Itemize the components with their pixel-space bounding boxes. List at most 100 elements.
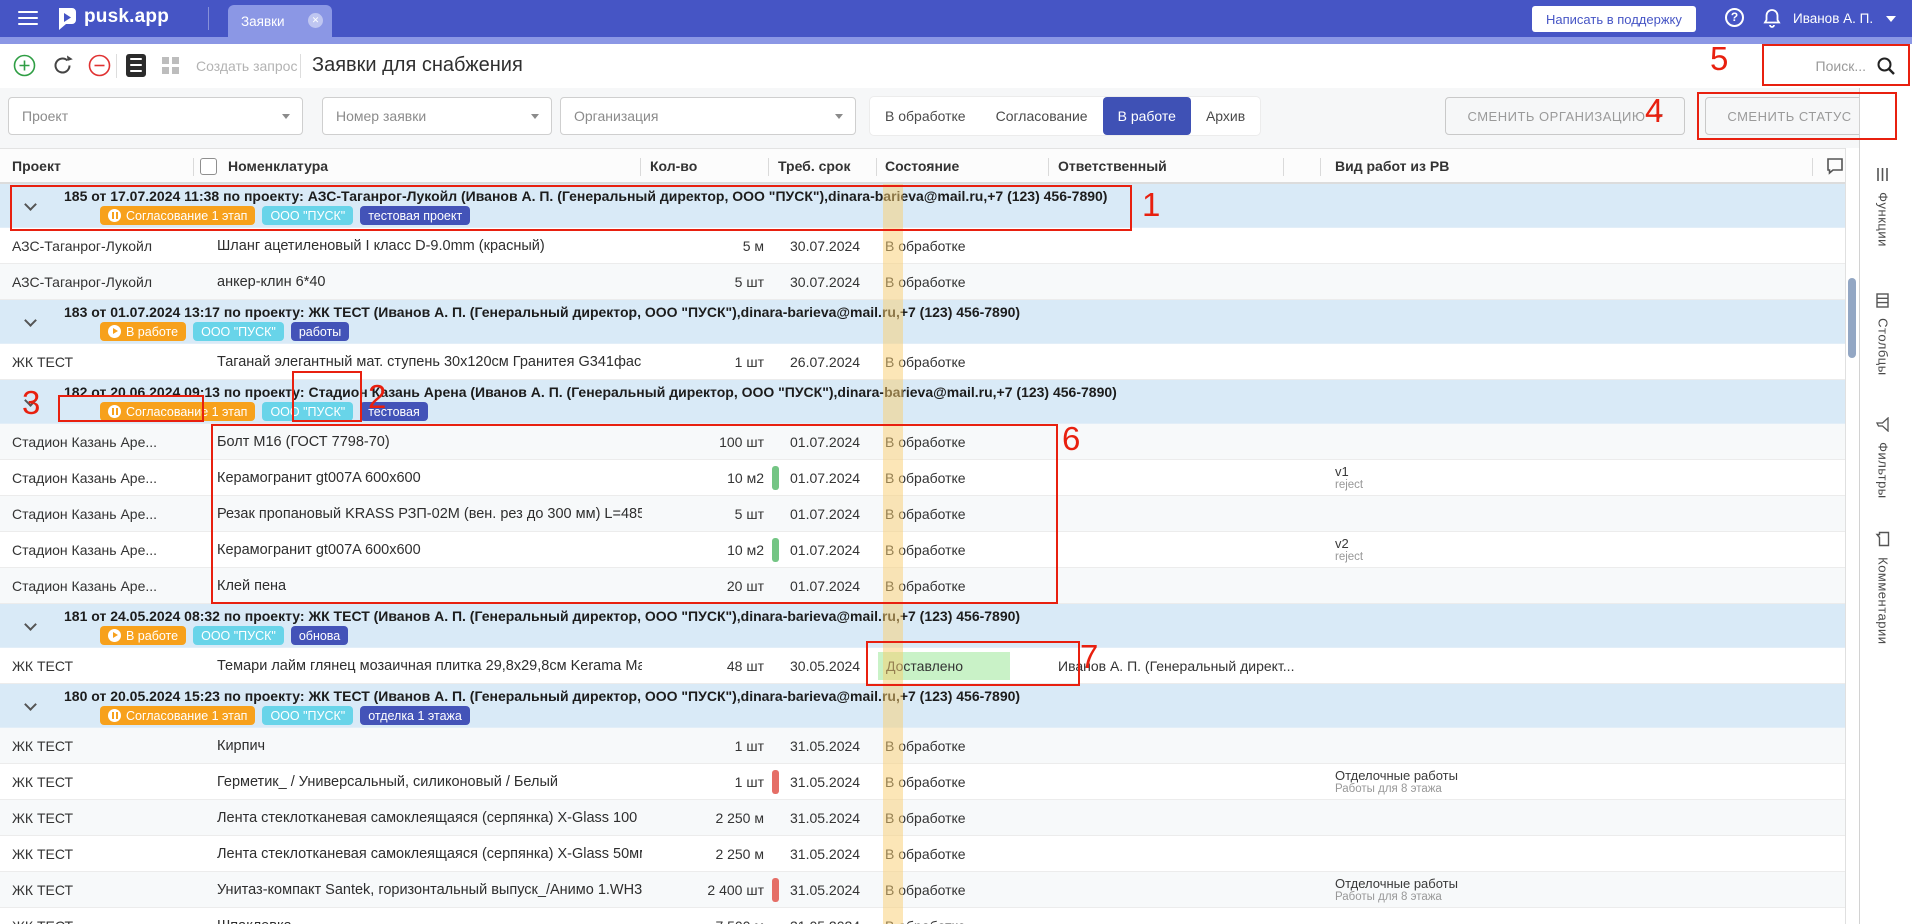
request-group-row[interactable]: 183 от 01.07.2024 13:17 по проекту: ЖК Т… <box>0 300 1845 344</box>
filter-icon <box>1876 417 1889 432</box>
search-input[interactable] <box>1770 58 1866 74</box>
cell-required-date: 26.07.2024 <box>790 344 880 379</box>
quantity-indicator-bar <box>772 878 779 902</box>
request-group-row[interactable]: 181 от 24.05.2024 08:32 по проекту: ЖК Т… <box>0 604 1845 648</box>
table-row[interactable]: ЖК ТЕСТ Герметик_ / Универсальный, силик… <box>0 764 1845 800</box>
pause-circle-icon <box>108 405 121 418</box>
column-header-work-type[interactable]: Вид работ из РВ <box>1335 158 1449 174</box>
cell-nomenclature: Лента стеклотканевая самоклеящаяся (серп… <box>217 836 642 871</box>
sidebar-tab-functions[interactable]: Функции <box>1875 168 1891 247</box>
table-header: Проект Номенклатура Кол-во Треб. срок Со… <box>0 148 1845 184</box>
request-number-filter-dropdown[interactable]: Номер заявки <box>322 97 552 135</box>
table-row[interactable]: АЗС-Таганрог-Лукойл анкер-клин 6*40 5 шт… <box>0 264 1845 300</box>
change-organization-button[interactable]: СМЕНИТЬ ОРГАНИЗАЦИЮ <box>1445 97 1685 135</box>
help-icon[interactable]: ? <box>1725 8 1744 27</box>
notifications-bell-icon[interactable] <box>1763 8 1781 28</box>
table-row[interactable]: ЖК ТЕСТ Таганай элегантный мат. ступень … <box>0 344 1845 380</box>
hamburger-menu-icon[interactable] <box>18 11 38 25</box>
request-group-row[interactable]: 182 от 20.06.2024 09:13 по проекту: Стад… <box>0 380 1845 424</box>
toolbar-divider <box>300 54 301 78</box>
sidebar-tab-columns[interactable]: Столбцы <box>1875 294 1891 376</box>
badge-orange: Согласование 1 этап <box>100 206 255 225</box>
support-button[interactable]: Написать в поддержку <box>1532 6 1696 32</box>
table-row[interactable]: ЖК ТЕСТ Кирпич 1 шт 31.05.2024 В обработ… <box>0 728 1845 764</box>
add-circle-icon[interactable] <box>13 54 36 77</box>
cell-quantity: 5 шт <box>580 496 764 531</box>
create-request-button[interactable]: Создать запрос <box>196 58 297 74</box>
cell-quantity: 100 шт <box>580 424 764 459</box>
cell-nomenclature: Шпаклевка... <box>217 908 642 924</box>
cell-nomenclature: Унитаз-компакт Santek, горизонтальный вы… <box>217 872 642 907</box>
comment-icon[interactable] <box>1826 157 1844 175</box>
request-group-row[interactable]: 180 от 20.05.2024 15:23 по проекту: ЖК Т… <box>0 684 1845 728</box>
organization-filter-dropdown[interactable]: Организация <box>560 97 856 135</box>
grid-view-icon[interactable] <box>162 57 169 64</box>
refresh-icon[interactable] <box>51 54 74 77</box>
cell-status: В обработке <box>885 460 1050 495</box>
cell-nomenclature: Герметик_ / Универсальный, силиконовый /… <box>217 764 642 799</box>
table-row[interactable]: Стадион Казань Аре... Клей пена 20 шт 01… <box>0 568 1845 604</box>
sidebar-tab-filters[interactable]: Фильтры <box>1875 418 1891 499</box>
close-icon[interactable]: ✕ <box>308 13 323 28</box>
table-body: 185 от 17.07.2024 11:38 по проекту: АЗС-… <box>0 184 1845 924</box>
tab-soglasovanie[interactable]: Согласование <box>981 97 1103 135</box>
column-header-responsible[interactable]: Ответственный <box>1058 158 1167 174</box>
work-type-title: v2 <box>1335 536 1349 551</box>
chevron-down-icon[interactable] <box>1886 16 1896 22</box>
list-view-icon[interactable] <box>126 54 146 77</box>
badge-cyan: ООО "ПУСК" <box>262 706 353 725</box>
search-control[interactable] <box>1770 58 1906 76</box>
badge-label: ООО "ПУСК" <box>270 709 345 723</box>
work-type-subtitle: reject <box>1335 479 1363 492</box>
tab-v-rabote[interactable]: В работе <box>1103 97 1191 135</box>
column-header-status[interactable]: Состояние <box>885 158 959 174</box>
cell-project: Стадион Казань Аре... <box>12 460 192 495</box>
table-row[interactable]: ЖК ТЕСТ Лента стеклотканевая самоклеящая… <box>0 800 1845 836</box>
cell-required-date: 30.07.2024 <box>790 228 880 263</box>
cell-quantity: 10 м2 <box>580 460 764 495</box>
sidebar-tab-comments[interactable]: Комментарии <box>1875 532 1891 645</box>
chevron-down-icon[interactable] <box>24 394 37 407</box>
chevron-down-icon[interactable] <box>24 198 37 211</box>
badge-label: ООО "ПУСК" <box>201 325 276 339</box>
user-menu[interactable]: Иванов А. П. <box>1793 11 1873 26</box>
play-circle-icon <box>108 629 121 642</box>
chevron-down-icon[interactable] <box>24 314 37 327</box>
table-row[interactable]: Стадион Казань Аре... Керамогранит gt007… <box>0 460 1845 496</box>
search-icon[interactable] <box>1876 56 1896 76</box>
chevron-down-icon[interactable] <box>24 618 37 631</box>
cell-responsible <box>1058 496 1313 531</box>
columns-icon <box>1876 293 1889 308</box>
tab-zayavki[interactable]: Заявки ✕ <box>228 5 332 37</box>
table-row[interactable]: Стадион Казань Аре... Болт М16 (ГОСТ 779… <box>0 424 1845 460</box>
badge-label: ООО "ПУСК" <box>270 405 345 419</box>
table-row[interactable]: Стадион Казань Аре... Резак пропановый K… <box>0 496 1845 532</box>
table-row[interactable]: ЖК ТЕСТ Темари лайм глянец мозаичная пли… <box>0 648 1845 684</box>
column-header-required-date[interactable]: Треб. срок <box>778 158 851 174</box>
project-filter-dropdown[interactable]: Проект <box>8 97 303 135</box>
cell-work-type <box>1335 800 1665 835</box>
chevron-down-icon[interactable] <box>24 698 37 711</box>
column-header-project[interactable]: Проект <box>12 158 61 174</box>
tab-v-obrabotke[interactable]: В обработке <box>870 97 981 135</box>
cell-work-type <box>1335 496 1665 531</box>
remove-circle-icon[interactable] <box>88 54 111 77</box>
table-row[interactable]: Стадион Казань Аре... Керамогранит gt007… <box>0 532 1845 568</box>
column-header-quantity[interactable]: Кол-во <box>650 158 697 174</box>
cell-nomenclature: Клей пена <box>217 568 642 603</box>
select-all-checkbox[interactable] <box>200 158 217 175</box>
vertical-scrollbar[interactable] <box>1848 278 1856 358</box>
cell-required-date: 31.05.2024 <box>790 800 880 835</box>
cell-project: АЗС-Таганрог-Лукойл <box>12 264 192 299</box>
table-row[interactable]: ЖК ТЕСТ Унитаз-компакт Santek, горизонта… <box>0 872 1845 908</box>
table-row[interactable]: АЗС-Таганрог-Лукойл Шланг ацетиленовый I… <box>0 228 1845 264</box>
cell-nomenclature: Темари лайм глянец мозаичная плитка 29,8… <box>217 648 642 683</box>
comment-icon <box>1876 532 1890 547</box>
table-row[interactable]: ЖК ТЕСТ Шпаклевка... 7 500 м 31.05.2024 … <box>0 908 1845 924</box>
request-group-row[interactable]: 185 от 17.07.2024 11:38 по проекту: АЗС-… <box>0 184 1845 228</box>
column-header-nomenclature[interactable]: Номенклатура <box>228 158 328 174</box>
quantity-indicator-bar <box>772 538 779 562</box>
tab-arhiv[interactable]: Архив <box>1191 97 1260 135</box>
cell-nomenclature: Болт М16 (ГОСТ 7798-70) <box>217 424 642 459</box>
table-row[interactable]: ЖК ТЕСТ Лента стеклотканевая самоклеящая… <box>0 836 1845 872</box>
